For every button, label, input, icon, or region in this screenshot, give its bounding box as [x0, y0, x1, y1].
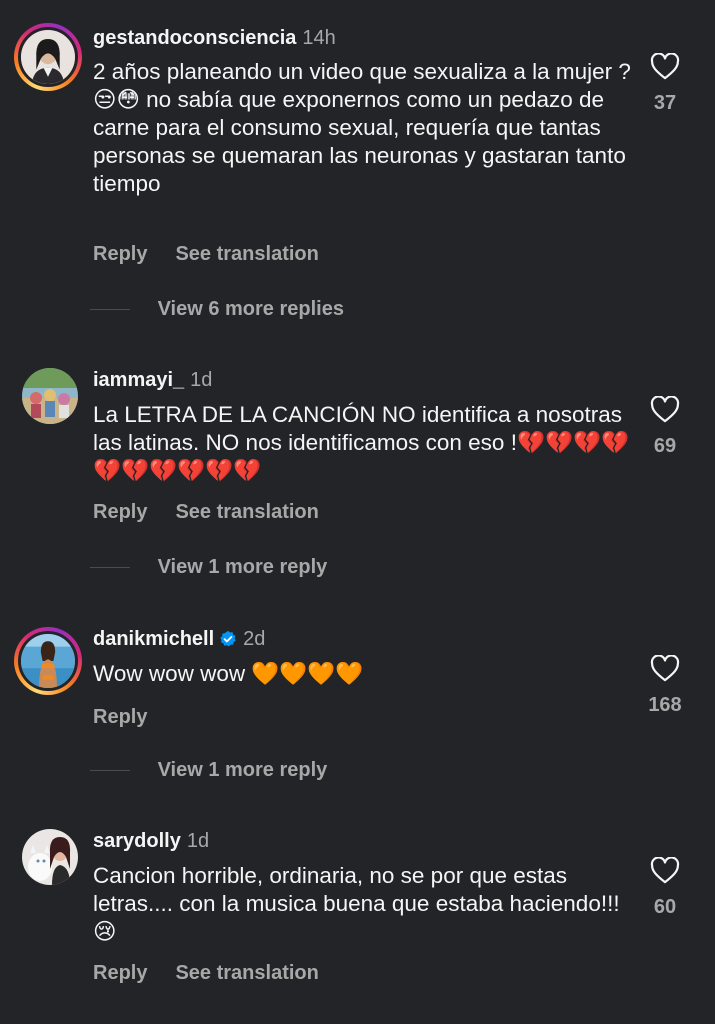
reply-button[interactable]: Reply	[93, 962, 147, 985]
timestamp: 1d	[186, 830, 210, 852]
avatar[interactable]	[22, 368, 78, 424]
heart-icon	[650, 857, 680, 884]
heart-icon	[650, 655, 680, 682]
view-more-label: View 6 more replies	[157, 298, 344, 320]
comment-actions: Reply	[93, 706, 175, 729]
heart-icon	[650, 396, 680, 423]
see-translation-button[interactable]: See translation	[175, 243, 318, 266]
avatar[interactable]	[14, 23, 82, 91]
user-avatar-icon	[22, 368, 78, 424]
comment-text: La LETRA DE LA CANCIÓN NO identifica a n…	[93, 402, 630, 483]
comment-actions: Reply See translation	[93, 501, 319, 524]
like-button[interactable]: 168	[640, 655, 690, 717]
comment-actions: Reply See translation	[93, 243, 319, 266]
like-count: 60	[653, 896, 677, 918]
comment-header: iammayi_ 1d	[93, 369, 212, 392]
timestamp: 14h	[302, 27, 336, 49]
reply-button[interactable]: Reply	[93, 706, 147, 729]
username[interactable]: iammayi_	[93, 369, 184, 391]
comment-text: Cancion horrible, ordinaria, no se por q…	[93, 863, 620, 944]
view-more-label: View 1 more reply	[157, 759, 328, 781]
user-avatar-icon	[18, 27, 78, 87]
comment-header: sarydolly 1d	[93, 830, 209, 853]
heart-icon	[650, 53, 680, 80]
divider-line	[90, 567, 130, 569]
username[interactable]: sarydolly	[93, 830, 181, 852]
like-count: 69	[653, 435, 677, 457]
reply-button[interactable]: Reply	[93, 501, 147, 524]
see-translation-button[interactable]: See translation	[175, 962, 318, 985]
view-more-label: View 1 more reply	[157, 556, 328, 578]
timestamp: 2d	[243, 628, 266, 650]
timestamp: 1d	[190, 369, 213, 391]
avatar[interactable]	[14, 627, 82, 695]
user-avatar-icon	[22, 829, 78, 885]
comment-actions: Reply See translation	[93, 962, 319, 985]
username[interactable]: danikmichell	[93, 628, 214, 650]
comment-text: Wow wow wow 🧡🧡🧡🧡	[93, 661, 364, 686]
view-more-replies-button[interactable]: View 1 more reply	[90, 556, 328, 579]
comment-text: 2 años planeando un video que sexualiza …	[93, 59, 631, 196]
like-button[interactable]: 60	[640, 857, 690, 919]
see-translation-button[interactable]: See translation	[175, 501, 318, 524]
like-count: 168	[648, 694, 682, 716]
avatar[interactable]	[22, 829, 78, 885]
comment-header: gestandoconsciencia 14h	[93, 27, 336, 50]
divider-line	[90, 770, 130, 772]
divider-line	[90, 309, 130, 311]
like-count: 37	[653, 92, 677, 114]
user-avatar-icon	[18, 631, 78, 691]
comment-header: danikmichell 2d	[93, 628, 265, 651]
view-more-replies-button[interactable]: View 6 more replies	[90, 298, 344, 321]
verified-badge-icon	[220, 630, 236, 647]
view-more-replies-button[interactable]: View 1 more reply	[90, 759, 328, 782]
username[interactable]: gestandoconsciencia	[93, 27, 296, 49]
reply-button[interactable]: Reply	[93, 243, 147, 266]
like-button[interactable]: 37	[640, 53, 690, 115]
like-button[interactable]: 69	[640, 396, 690, 458]
